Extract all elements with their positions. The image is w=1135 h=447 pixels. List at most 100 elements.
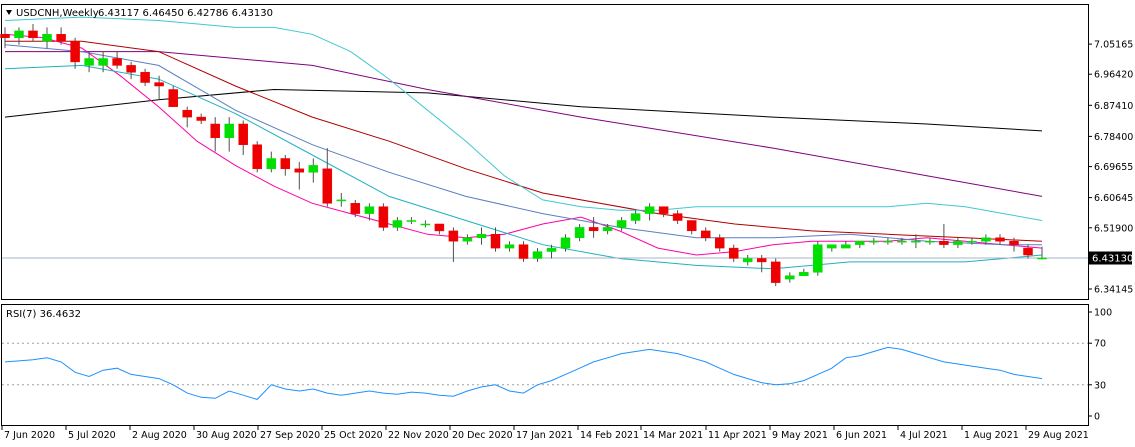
candle-bull — [42, 34, 52, 42]
candle-bull — [799, 272, 809, 276]
candle-bull — [869, 240, 879, 243]
candle-bear — [350, 203, 361, 214]
candle-bear — [1009, 240, 1019, 245]
price-tick-label: 6.87410 — [1094, 101, 1133, 112]
candle-bull — [462, 237, 473, 242]
candle-bear — [28, 30, 38, 39]
candle-bear — [252, 144, 262, 170]
candle-bull — [1037, 257, 1047, 260]
ohlc-values: 6.43117 6.46450 6.42786 6.43130 — [98, 8, 273, 19]
candle-bull — [98, 58, 108, 66]
price-tick-label: 6.51900 — [1094, 223, 1133, 234]
time-tick-label: 4 Jul 2021 — [900, 430, 948, 441]
time-tick-label: 5 Jul 2020 — [68, 430, 116, 441]
chart-header: USDCNH,Weekly 6.43117 6.46450 6.42786 6.… — [6, 8, 273, 19]
candle-bear — [714, 237, 725, 249]
candle-bull — [785, 275, 795, 280]
time-tick-label: 22 Nov 2020 — [388, 430, 449, 441]
candle-bull — [532, 251, 543, 259]
candle-bear — [728, 247, 739, 259]
candle-bull — [560, 237, 571, 249]
candle-bear — [280, 158, 291, 170]
candle-bear — [756, 258, 767, 263]
time-tick-label: 2 Aug 2020 — [132, 430, 187, 441]
candle-bull — [364, 206, 375, 214]
candle-bear — [658, 206, 669, 214]
candle-bull — [630, 213, 641, 221]
candle-bull — [883, 240, 893, 243]
candle-bear — [686, 220, 697, 232]
price-tick-label: 6.69655 — [1094, 162, 1133, 173]
candle-bull — [224, 123, 234, 139]
time-tick-label: 29 Aug 2021 — [1028, 430, 1089, 441]
time-tick-label: 14 Feb 2021 — [580, 430, 639, 441]
candle-bull — [953, 240, 963, 245]
candle-bull — [855, 240, 865, 245]
time-tick-label: 6 Jun 2021 — [836, 430, 887, 441]
candle-bull — [84, 58, 94, 66]
current-price-tag: 6.43130 — [1089, 251, 1133, 265]
price-tick-label: 6.78400 — [1094, 132, 1133, 143]
price-tick-label: 6.60645 — [1094, 193, 1133, 204]
rsi-tick-label: 70 — [1094, 339, 1106, 350]
candle-bear — [0, 34, 10, 38]
candle-bear — [238, 123, 248, 145]
rsi-tick-label: 30 — [1094, 380, 1106, 391]
price-tick-label: 6.34145 — [1094, 285, 1133, 296]
candle-bear — [182, 109, 192, 118]
candle-bear — [672, 213, 683, 221]
candle-bull — [616, 220, 627, 228]
time-tick-label: 27 Sep 2020 — [260, 430, 320, 441]
candle-bull — [504, 244, 515, 249]
candle-bear — [1023, 247, 1033, 256]
candle-bear — [434, 223, 445, 232]
current-price-label: 6.43130 — [1092, 254, 1133, 265]
candle-bear — [490, 234, 501, 249]
candle-bull — [981, 237, 991, 242]
time-tick-label: 14 Mar 2021 — [643, 430, 703, 441]
candle-bull — [644, 206, 655, 214]
chart-canvas: 7.05165 6.96420 6.87410 6.78400 6.69655 6.606… — [0, 0, 1135, 447]
time-tick-label: 7 Jun 2020 — [4, 430, 55, 441]
candle-bull — [925, 240, 935, 243]
time-tick-label: 1 Aug 2021 — [964, 430, 1019, 441]
rsi-title: RSI(7) 36.4632 — [6, 309, 81, 320]
candle-bear — [770, 261, 781, 283]
candle-bear — [518, 244, 529, 259]
time-tick-label: 20 Dec 2020 — [452, 430, 513, 441]
candle-bull — [14, 30, 24, 39]
candle-bear — [168, 89, 178, 107]
time-tick-label: 9 May 2021 — [772, 430, 828, 441]
candle-bear — [70, 40, 80, 63]
candle-bull — [308, 165, 319, 173]
rsi-tick-label: 100 — [1094, 308, 1112, 319]
candle-bull — [841, 244, 851, 249]
price-tick-label: 6.96420 — [1094, 70, 1133, 81]
time-tick-label: 11 Apr 2021 — [708, 430, 767, 441]
candle-bull — [574, 227, 585, 238]
candle-bear — [378, 206, 389, 228]
candle-bull — [813, 244, 823, 273]
time-tick-label: 25 Oct 2020 — [324, 430, 383, 441]
candle-bear — [700, 230, 711, 239]
candle-bear — [112, 58, 122, 66]
chart-background — [0, 0, 1135, 447]
candle-bull — [266, 158, 277, 170]
time-tick-label: 30 Aug 2020 — [196, 430, 257, 441]
candle-bear — [448, 230, 459, 242]
price-tick-label: 7.05165 — [1094, 40, 1133, 51]
candle-bear — [995, 237, 1005, 242]
candle-bull — [546, 247, 557, 252]
candle-bull — [742, 258, 753, 263]
candle-bear — [126, 65, 136, 73]
candle-bear — [154, 82, 164, 87]
candle-bull — [336, 199, 347, 202]
candle-bull — [392, 220, 403, 228]
candle-bear — [588, 227, 599, 232]
candle-bear — [294, 168, 305, 173]
candle-bear — [140, 71, 150, 83]
candle-bull — [420, 223, 431, 226]
time-tick-label: 17 Jan 2021 — [516, 430, 573, 441]
candle-bear — [322, 168, 333, 204]
candle-bull — [476, 234, 487, 238]
